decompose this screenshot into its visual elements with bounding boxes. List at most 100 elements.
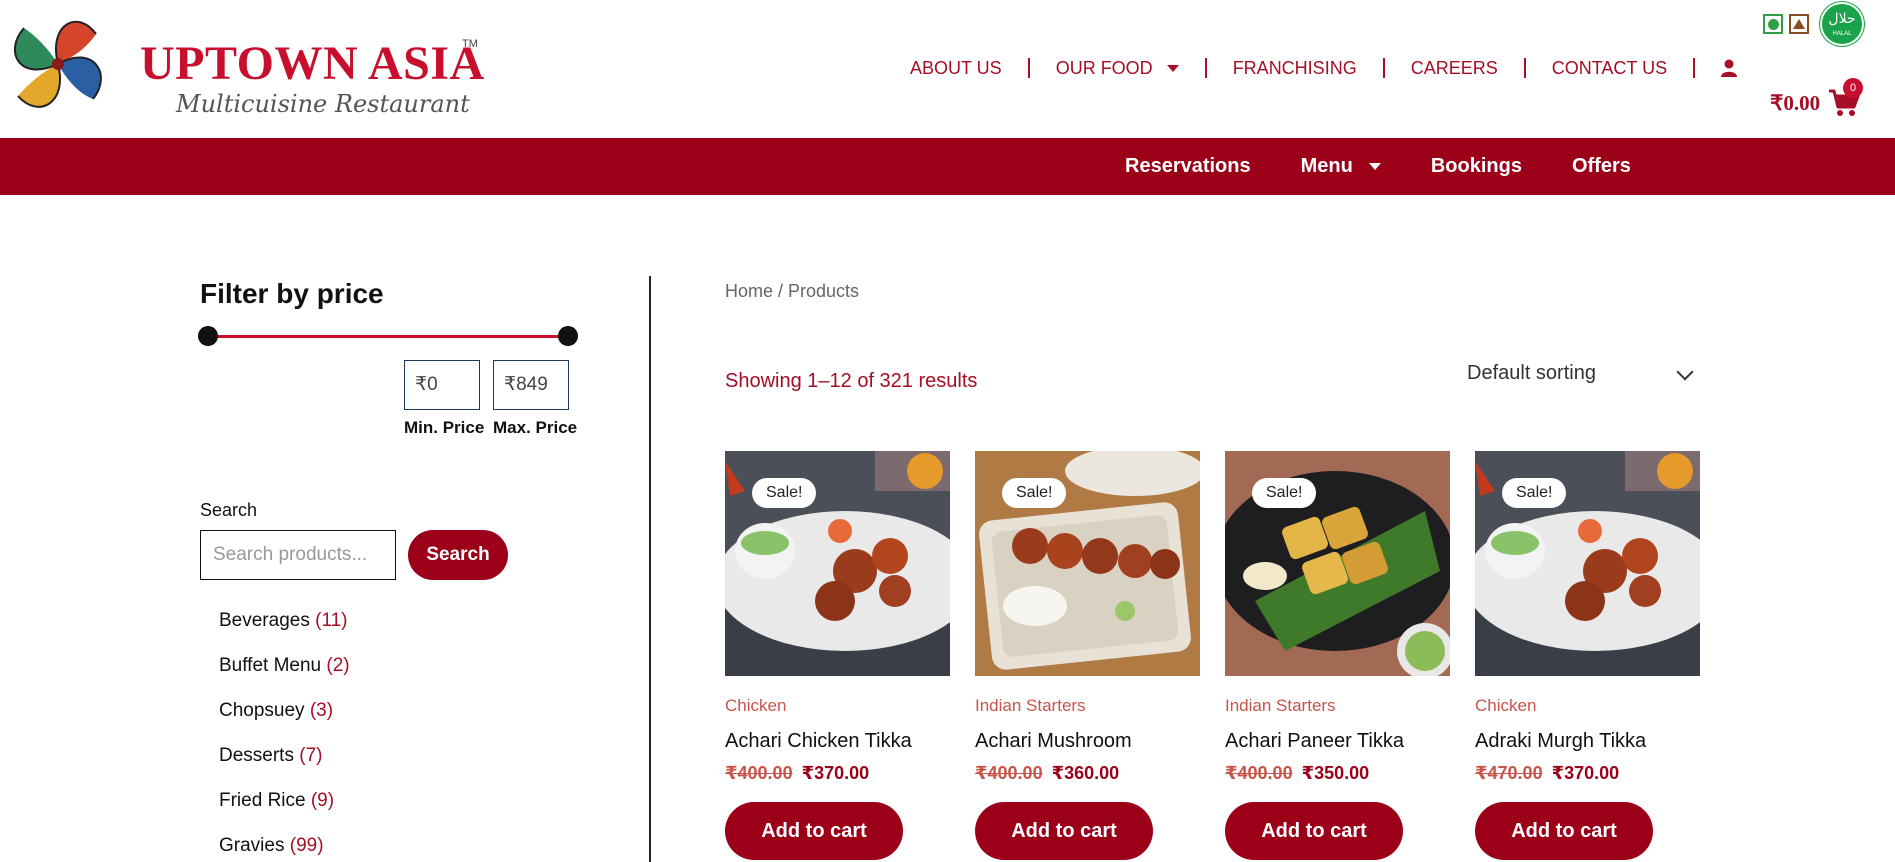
- product-card: Sale! Indian Starters Achari Mushroom ₹4…: [975, 451, 1200, 860]
- sale-badge: Sale!: [1252, 478, 1317, 508]
- category-count: (99): [289, 835, 324, 856]
- nonveg-icon: [1789, 14, 1809, 34]
- category-item[interactable]: Buffet Menu (2): [219, 651, 350, 696]
- nav-separator: [1204, 58, 1207, 78]
- product-category[interactable]: Indian Starters: [975, 696, 1200, 718]
- sidebar-divider: [649, 276, 651, 862]
- breadcrumb[interactable]: Home / Products: [725, 281, 859, 302]
- sale-price: ₹370.00: [801, 763, 870, 783]
- brand-logo-icon[interactable]: [0, 6, 120, 118]
- category-item[interactable]: Beverages (11): [219, 606, 350, 651]
- nav-our-food-label: OUR FOOD: [1055, 57, 1153, 78]
- result-count: Showing 1–12 of 321 results: [725, 370, 978, 392]
- nav-franchising[interactable]: FRANCHISING: [1233, 58, 1357, 79]
- halal-english-text: HALAL: [1832, 31, 1852, 37]
- nav-contact-us[interactable]: CONTACT US: [1552, 58, 1667, 79]
- nav-reservations[interactable]: Reservations: [1125, 155, 1251, 178]
- nav-about-us[interactable]: ABOUT US: [910, 58, 1002, 79]
- category-count: (2): [326, 655, 350, 676]
- caret-down-icon: [1166, 64, 1179, 72]
- search-input[interactable]: Search products...: [200, 530, 396, 580]
- max-price-label: Max. Price: [493, 418, 578, 437]
- search-button[interactable]: Search: [408, 530, 508, 580]
- nav-offers[interactable]: Offers: [1572, 155, 1631, 178]
- nav-bookings[interactable]: Bookings: [1431, 155, 1522, 178]
- nav-our-food[interactable]: OUR FOOD: [1056, 58, 1179, 79]
- halal-certification-icon: حلال HALAL: [1820, 2, 1864, 46]
- min-price-input[interactable]: ₹0: [404, 360, 480, 410]
- sale-badge: Sale!: [1002, 478, 1067, 508]
- category-name: Buffet Menu: [219, 655, 322, 676]
- category-name: Desserts: [219, 745, 294, 766]
- max-price-input[interactable]: ₹849: [493, 360, 569, 410]
- product-card: Sale! Chicken Achari Chicken Tikka ₹400.…: [725, 451, 950, 860]
- cart-count-badge: 0: [1843, 78, 1863, 98]
- category-name: Chopsuey: [219, 700, 305, 721]
- top-navigation: ABOUT US OUR FOOD FRANCHISING CAREERS CO…: [910, 56, 1738, 80]
- secondary-navigation: Reservations Menu Bookings Offers: [1125, 138, 1681, 195]
- sale-price: ₹370.00: [1551, 763, 1620, 783]
- add-to-cart-button[interactable]: Add to cart: [1225, 802, 1403, 860]
- nav-menu[interactable]: Menu: [1301, 155, 1381, 178]
- category-count: (3): [309, 700, 334, 721]
- category-count: (11): [315, 610, 348, 631]
- product-card: Sale! Chicken Adraki Murgh Tikka ₹470.00…: [1475, 451, 1700, 860]
- search-label: Search: [200, 500, 258, 520]
- category-count: (7): [299, 745, 323, 766]
- product-category[interactable]: Chicken: [725, 696, 950, 718]
- brand-tagline: Multicuisine Restaurant: [176, 90, 470, 118]
- sorting-select[interactable]: Default sorting: [1467, 362, 1699, 392]
- product-price: ₹400.00 ₹360.00: [975, 763, 1200, 784]
- category-count: (9): [310, 790, 335, 811]
- secondary-nav-bar: Reservations Menu Bookings Offers: [0, 138, 1895, 195]
- original-price: ₹400.00: [975, 763, 1043, 783]
- original-price: ₹400.00: [725, 763, 793, 783]
- trademark-mark: TM: [462, 38, 478, 50]
- diet-icons: [1763, 14, 1809, 34]
- product-price: ₹400.00 ₹350.00: [1225, 763, 1450, 784]
- veg-icon: [1763, 14, 1783, 34]
- product-image[interactable]: Sale!: [975, 451, 1200, 676]
- product-price: ₹400.00 ₹370.00: [725, 763, 950, 784]
- nav-menu-label: Menu: [1300, 155, 1353, 177]
- product-image[interactable]: Sale!: [1225, 451, 1450, 676]
- site-header: UPTOWN ASIA TM Multicuisine Restaurant A…: [0, 0, 1895, 138]
- sorting-value: Default sorting: [1467, 362, 1596, 384]
- add-to-cart-button[interactable]: Add to cart: [725, 802, 903, 860]
- caret-down-icon: [1368, 163, 1381, 170]
- filter-title: Filter by price: [200, 278, 384, 309]
- nav-separator: [1693, 58, 1696, 78]
- product-category[interactable]: Indian Starters: [1225, 696, 1450, 718]
- product-name[interactable]: Adraki Murgh Tikka: [1475, 730, 1700, 753]
- product-name[interactable]: Achari Paneer Tikka: [1225, 730, 1450, 753]
- add-to-cart-button[interactable]: Add to cart: [1475, 802, 1653, 860]
- original-price: ₹470.00: [1475, 763, 1543, 783]
- halal-arabic-text: حلال: [1828, 11, 1856, 27]
- price-slider-max-handle[interactable]: [558, 326, 578, 346]
- price-slider-track[interactable]: [208, 335, 568, 338]
- product-image[interactable]: Sale!: [725, 451, 950, 676]
- nav-careers[interactable]: CAREERS: [1411, 58, 1498, 79]
- add-to-cart-button[interactable]: Add to cart: [975, 802, 1153, 860]
- product-image[interactable]: Sale!: [1475, 451, 1700, 676]
- category-item[interactable]: Desserts (7): [219, 741, 350, 786]
- brand-name[interactable]: UPTOWN ASIA: [140, 36, 485, 91]
- nav-separator: [1382, 58, 1385, 78]
- product-price: ₹470.00 ₹370.00: [1475, 763, 1700, 784]
- min-price-label: Min. Price: [404, 418, 485, 437]
- sale-badge: Sale!: [1502, 478, 1567, 508]
- category-item[interactable]: Chopsuey (3): [219, 696, 350, 741]
- chevron-down-icon: [1676, 363, 1694, 381]
- product-card: Sale! Indian Starters Achari Paneer Tikk…: [1225, 451, 1450, 860]
- nav-separator: [1027, 58, 1030, 78]
- price-slider-min-handle[interactable]: [198, 326, 218, 346]
- account-link[interactable]: [1721, 59, 1738, 77]
- category-item[interactable]: Fried Rice (9): [219, 786, 350, 831]
- product-name[interactable]: Achari Mushroom: [975, 730, 1200, 753]
- sale-price: ₹360.00: [1051, 763, 1120, 783]
- category-name: Fried Rice: [219, 790, 306, 811]
- product-category[interactable]: Chicken: [1475, 696, 1700, 718]
- product-name[interactable]: Achari Chicken Tikka: [725, 730, 950, 753]
- category-item[interactable]: Gravies (99): [219, 831, 350, 862]
- cart-total: ₹0.00: [1770, 90, 1821, 115]
